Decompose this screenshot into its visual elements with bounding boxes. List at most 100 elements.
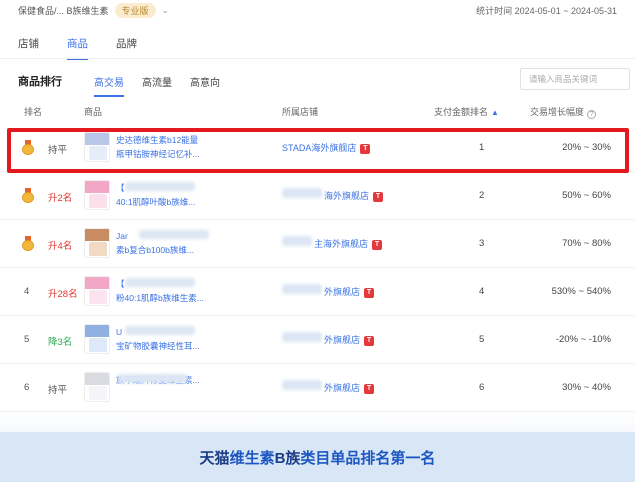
product-name-line2: 素b复合b100b族维...: [116, 245, 194, 255]
caption-banner: 天猫 维生素 B族 类目单品排名第一名: [0, 432, 635, 482]
tmall-badge-icon: T: [360, 143, 371, 154]
rank-change: 升4名: [48, 241, 73, 252]
pay-rank-value: 1: [479, 142, 485, 153]
store-link[interactable]: 外旗舰店 T: [324, 381, 375, 394]
edition-badge: 专业版: [114, 2, 156, 18]
blurred-text: [282, 380, 322, 390]
subtab-high-traffic[interactable]: 高流量: [142, 74, 172, 97]
table-row[interactable]: 持平 史达德维生素b12能量 瓶甲钴胺神经记忆补... STADA海外旗舰店 T …: [0, 124, 635, 172]
rank-change: 持平: [48, 145, 68, 156]
blurred-text: [282, 188, 322, 198]
tmall-badge-icon: T: [364, 335, 375, 346]
subtab-high-intent[interactable]: 高意向: [190, 74, 220, 97]
store-name: 外旗舰店: [324, 335, 361, 345]
pay-rank-value: 5: [479, 334, 485, 345]
table-row[interactable]: 升4名 Jar 素b复合b100b族维... 主海外旗舰店 T 3 70% ~ 8…: [0, 220, 635, 268]
product-name-line2: 40:1肌醇叶酸b族维...: [116, 197, 196, 207]
growth-value: 20% ~ 30%: [562, 142, 611, 153]
banner-text-bold: B族: [274, 449, 301, 467]
store-link[interactable]: 外旗舰店 T: [324, 285, 375, 298]
store-link[interactable]: STADA海外旗舰店 T: [282, 141, 371, 154]
product-thumbnail[interactable]: [84, 180, 110, 210]
store-name: 主海外旗舰店: [314, 239, 369, 249]
tab-product[interactable]: 商品: [67, 36, 88, 60]
table-row[interactable]: 升2名 【 40:1肌醇叶酸b族维... 海外旗舰店 T 2 50% ~ 60%: [0, 172, 635, 220]
tmall-badge-icon: T: [373, 191, 384, 202]
product-thumbnail[interactable]: [84, 132, 110, 162]
header-pay-rank: 支付金额排名: [434, 107, 489, 117]
product-name-line1: 史达德维生素b12能量: [116, 135, 199, 145]
product-thumbnail[interactable]: [84, 228, 110, 258]
header-pay-rank-wrap[interactable]: 支付金额排名 ▲: [434, 105, 499, 118]
subtab-high-transaction[interactable]: 高交易: [94, 74, 124, 97]
medal-icon: [22, 140, 34, 155]
tmall-badge-icon: T: [364, 287, 375, 298]
sort-icon[interactable]: ▲: [491, 108, 499, 117]
header-growth: 交易增长幅度: [530, 107, 585, 117]
rank-change: 升28名: [48, 289, 78, 300]
fade-overlay: [0, 410, 635, 432]
medal-icon: [22, 188, 34, 203]
header-growth-wrap: 交易增长幅度?: [530, 105, 597, 119]
category-breadcrumb[interactable]: 保健食品/... B族维生素: [18, 4, 109, 17]
rank-change: 升2名: [48, 193, 73, 204]
product-name-line2: 瓶甲钴胺神经记忆补...: [116, 149, 200, 159]
rank-change: 持平: [48, 385, 68, 396]
date-range-value: 2024-05-01 ~ 2024-05-31: [514, 6, 617, 16]
product-search-input[interactable]: [520, 68, 630, 90]
table-row[interactable]: 4 升28名 【 粉40:1肌醇b族维生素... 外旗舰店 T 4 530% ~ …: [0, 268, 635, 316]
table-row[interactable]: 6 持平 族甲酸片修复维生素... 外旗舰店T 6 30% ~ 40%: [0, 364, 635, 412]
header-product: 商品: [84, 107, 103, 117]
blurred-text: [125, 326, 195, 335]
tmall-badge-icon: T: [372, 239, 383, 250]
table-header: 排名 商品 所属店铺 支付金额排名 ▲ 交易增长幅度?: [0, 100, 635, 122]
pay-rank-value: 6: [479, 382, 485, 393]
product-name-line2: 粉40:1肌醇b族维生素...: [116, 293, 204, 303]
growth-value: -20% ~ -10%: [555, 334, 611, 345]
pay-rank-value: 2: [479, 190, 485, 201]
help-icon[interactable]: ?: [587, 110, 597, 119]
store-name: 海外旗舰店: [324, 191, 370, 201]
growth-value: 70% ~ 80%: [562, 238, 611, 249]
ranking-title: 商品排行: [18, 76, 62, 88]
tab-brand[interactable]: 品牌: [116, 36, 137, 60]
blurred-text: [282, 284, 322, 294]
tmall-badge-icon: T: [364, 383, 375, 394]
chevron-down-icon[interactable]: ⌄: [162, 5, 170, 16]
store-link[interactable]: 主海外旗舰店 T: [314, 237, 383, 250]
pay-rank-value: 3: [479, 238, 485, 249]
store-name: STADA海外旗舰店: [282, 143, 357, 153]
banner-text-part2: 类目单品排名第一名: [300, 449, 436, 467]
growth-value: 30% ~ 40%: [562, 382, 611, 393]
product-name-line2: 宝矿物胶囊神经性耳...: [116, 341, 200, 351]
store-link[interactable]: 外旗舰店 T: [324, 333, 375, 346]
blurred-text: [282, 332, 322, 342]
store-name: 外旗舰店: [324, 383, 361, 393]
store-name: 外旗舰店: [324, 287, 361, 297]
product-thumbnail[interactable]: [84, 276, 110, 306]
rank-number: 4: [24, 286, 30, 297]
pay-rank-value: 4: [479, 286, 485, 297]
product-thumbnail[interactable]: [84, 324, 110, 354]
blurred-text: [139, 230, 209, 239]
header-store: 所属店铺: [282, 107, 319, 117]
medal-icon: [22, 236, 34, 251]
product-thumbnail[interactable]: [84, 372, 110, 402]
date-range: 统计时间 2024-05-01 ~ 2024-05-31: [476, 4, 617, 17]
banner-text-part1: 维生素: [229, 449, 275, 467]
main-tabs: 店铺 商品 品牌: [18, 36, 137, 60]
rank-number: 6: [24, 382, 30, 393]
product-name-link[interactable]: 史达德维生素b12能量 瓶甲钴胺神经记忆补...: [116, 133, 206, 161]
rank-change: 降3名: [48, 337, 73, 348]
tab-store[interactable]: 店铺: [18, 36, 39, 60]
rank-number: 5: [24, 334, 30, 345]
blurred-text: [118, 374, 188, 383]
header-rank: 排名: [24, 107, 43, 117]
banner-brand: 天猫: [199, 449, 230, 467]
blurred-text: [282, 236, 312, 246]
growth-value: 50% ~ 60%: [562, 190, 611, 201]
blurred-text: [125, 278, 195, 287]
ranking-subtabs: 高交易 高流量 高意向: [94, 74, 220, 97]
store-link[interactable]: 海外旗舰店 T: [324, 189, 384, 202]
table-row[interactable]: 5 降3名 U 宝矿物胶囊神经性耳... 外旗舰店 T 5 -20% ~ -10%: [0, 316, 635, 364]
